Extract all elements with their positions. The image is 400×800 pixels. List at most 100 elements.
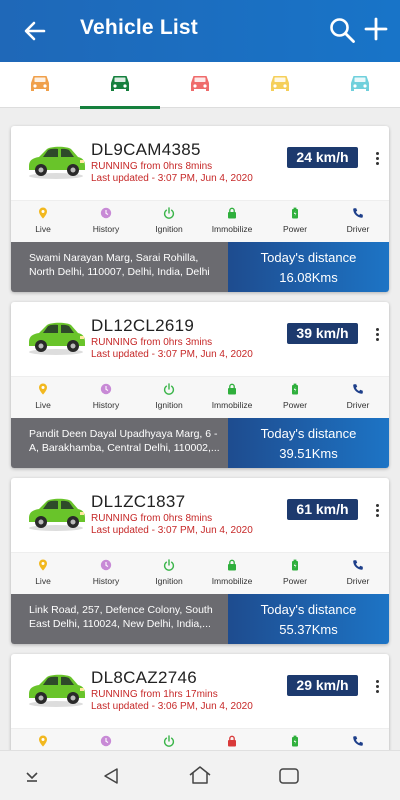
distance-value: 55.37Kms (279, 622, 338, 637)
vehicle-card[interactable]: DL9CAM4385 RUNNING from 0hrs 8mins Last up… (11, 126, 389, 292)
action-live[interactable]: Live (18, 383, 68, 417)
search-icon[interactable] (328, 16, 356, 44)
action-label: Live (35, 400, 51, 410)
phone-icon (353, 208, 363, 218)
action-power[interactable]: Power (270, 735, 320, 750)
plus-icon[interactable] (364, 16, 388, 42)
action-driver[interactable]: Driver (333, 735, 383, 750)
history-icon (100, 383, 112, 395)
action-label: Power (282, 224, 308, 234)
speed-badge: 39 km/h (287, 323, 358, 344)
running-status: RUNNING from 1hrs 17mins (91, 689, 218, 700)
address-box: Link Road, 257, Defence Colony, South Eas… (11, 594, 228, 644)
address-box: Swami Narayan Marg, Sarai Rohilla, North … (11, 242, 228, 292)
action-label: Live (35, 576, 51, 586)
speed-badge: 29 km/h (287, 675, 358, 696)
action-immobilize[interactable]: Immobilize (207, 383, 257, 417)
phone-icon (353, 384, 363, 394)
more-vertical-icon[interactable] (373, 152, 381, 170)
distance-box: Today's distance 16.08Kms (228, 242, 389, 292)
address-line: Swami Narayan Marg, Sarai Rohilla, (29, 252, 199, 264)
action-ignition[interactable]: Ignition (144, 735, 194, 750)
car-icon (271, 76, 289, 91)
tab-stopped[interactable] (160, 62, 240, 108)
action-history[interactable]: History (81, 735, 131, 750)
tab-running[interactable] (80, 62, 160, 109)
car-icon (191, 76, 209, 91)
speed-badge: 61 km/h (287, 499, 358, 520)
more-vertical-icon[interactable] (373, 328, 381, 346)
tab-inactive[interactable] (320, 62, 400, 108)
action-label: Live (35, 224, 51, 234)
phone-icon (353, 736, 363, 746)
action-live[interactable]: Live (18, 207, 68, 241)
arrow-left-icon[interactable] (22, 18, 48, 44)
action-label: Driver (346, 576, 370, 586)
action-label: Ignition (155, 224, 183, 234)
action-immobilize[interactable]: Immobilize (207, 207, 257, 241)
power-ring-icon (163, 559, 175, 571)
last-updated: Last updated - 3:07 PM, Jun 4, 2020 (91, 173, 253, 184)
action-ignition[interactable]: Ignition (144, 207, 194, 241)
home-icon[interactable] (188, 765, 212, 785)
action-history[interactable]: History (81, 559, 131, 593)
address-line: North Delhi, 110007, Delhi, India, Delhi (29, 266, 210, 278)
car-icon (31, 76, 49, 91)
action-ignition[interactable]: Ignition (144, 383, 194, 417)
action-power[interactable]: Power (270, 559, 320, 593)
vehicle-card[interactable]: DL8CAZ2746 RUNNING from 1hrs 17mins Last u… (11, 654, 389, 750)
lock-closed-icon (228, 735, 236, 747)
action-row: Live History Ignition Immobilize Power Driver (11, 728, 389, 750)
tab-all[interactable] (0, 62, 80, 108)
action-label: History (92, 576, 120, 586)
tab-idle[interactable] (240, 62, 320, 108)
power-ring-icon (163, 735, 175, 747)
battery-icon (292, 735, 298, 747)
car-image-icon (29, 498, 85, 531)
action-history[interactable]: History (81, 383, 131, 417)
recents-icon[interactable] (278, 767, 300, 785)
action-driver[interactable]: Driver (333, 207, 383, 241)
address-line: Link Road, 257, Defence Colony, South (29, 604, 213, 616)
action-live[interactable]: Live (18, 559, 68, 593)
location-pin-icon (39, 383, 47, 395)
chevron-down-icon[interactable] (24, 769, 40, 783)
action-ignition[interactable]: Ignition (144, 559, 194, 593)
action-immobilize[interactable]: Immobilize (207, 559, 257, 593)
action-immobilize[interactable]: Immobilize (207, 735, 257, 750)
action-power[interactable]: Power (270, 383, 320, 417)
running-status: RUNNING from 0hrs 8mins (91, 161, 213, 172)
last-updated: Last updated - 3:06 PM, Jun 4, 2020 (91, 701, 253, 712)
battery-icon (292, 207, 298, 219)
vehicle-plate: DL9CAM4385 (91, 140, 201, 159)
action-live[interactable]: Live (18, 735, 68, 750)
address-line: A, Barakhamba, Central Delhi, 110002,... (29, 442, 220, 454)
action-label: Driver (346, 400, 370, 410)
action-label: Driver (346, 224, 370, 234)
lock-open-icon (228, 559, 236, 571)
action-history[interactable]: History (81, 207, 131, 241)
distance-label: Today's distance (260, 426, 357, 441)
vehicle-card[interactable]: DL12CL2619 RUNNING from 0hrs 3mins Last up… (11, 302, 389, 468)
car-image-icon (29, 146, 85, 179)
action-power[interactable]: Power (270, 207, 320, 241)
action-label: Immobilize (211, 400, 253, 410)
action-driver[interactable]: Driver (333, 559, 383, 593)
back-triangle-icon[interactable] (102, 767, 120, 785)
distance-label: Today's distance (260, 602, 357, 617)
action-label: Ignition (155, 400, 183, 410)
history-icon (100, 735, 112, 747)
action-label: History (92, 400, 120, 410)
more-vertical-icon[interactable] (373, 680, 381, 698)
more-vertical-icon[interactable] (373, 504, 381, 522)
vehicle-card[interactable]: DL1ZC1837 RUNNING from 0hrs 8mins Last upd… (11, 478, 389, 644)
running-status: RUNNING from 0hrs 8mins (91, 513, 213, 524)
history-icon (100, 207, 112, 219)
action-driver[interactable]: Driver (333, 383, 383, 417)
action-label: Ignition (155, 576, 183, 586)
action-row: Live History Ignition Immobilize Power Driver (11, 200, 389, 242)
app-bar: Vehicle List (0, 0, 400, 62)
distance-box: Today's distance 39.51Kms (228, 418, 389, 468)
distance-label: Today's distance (260, 250, 357, 265)
action-row: Live History Ignition Immobilize Power Driver (11, 376, 389, 418)
